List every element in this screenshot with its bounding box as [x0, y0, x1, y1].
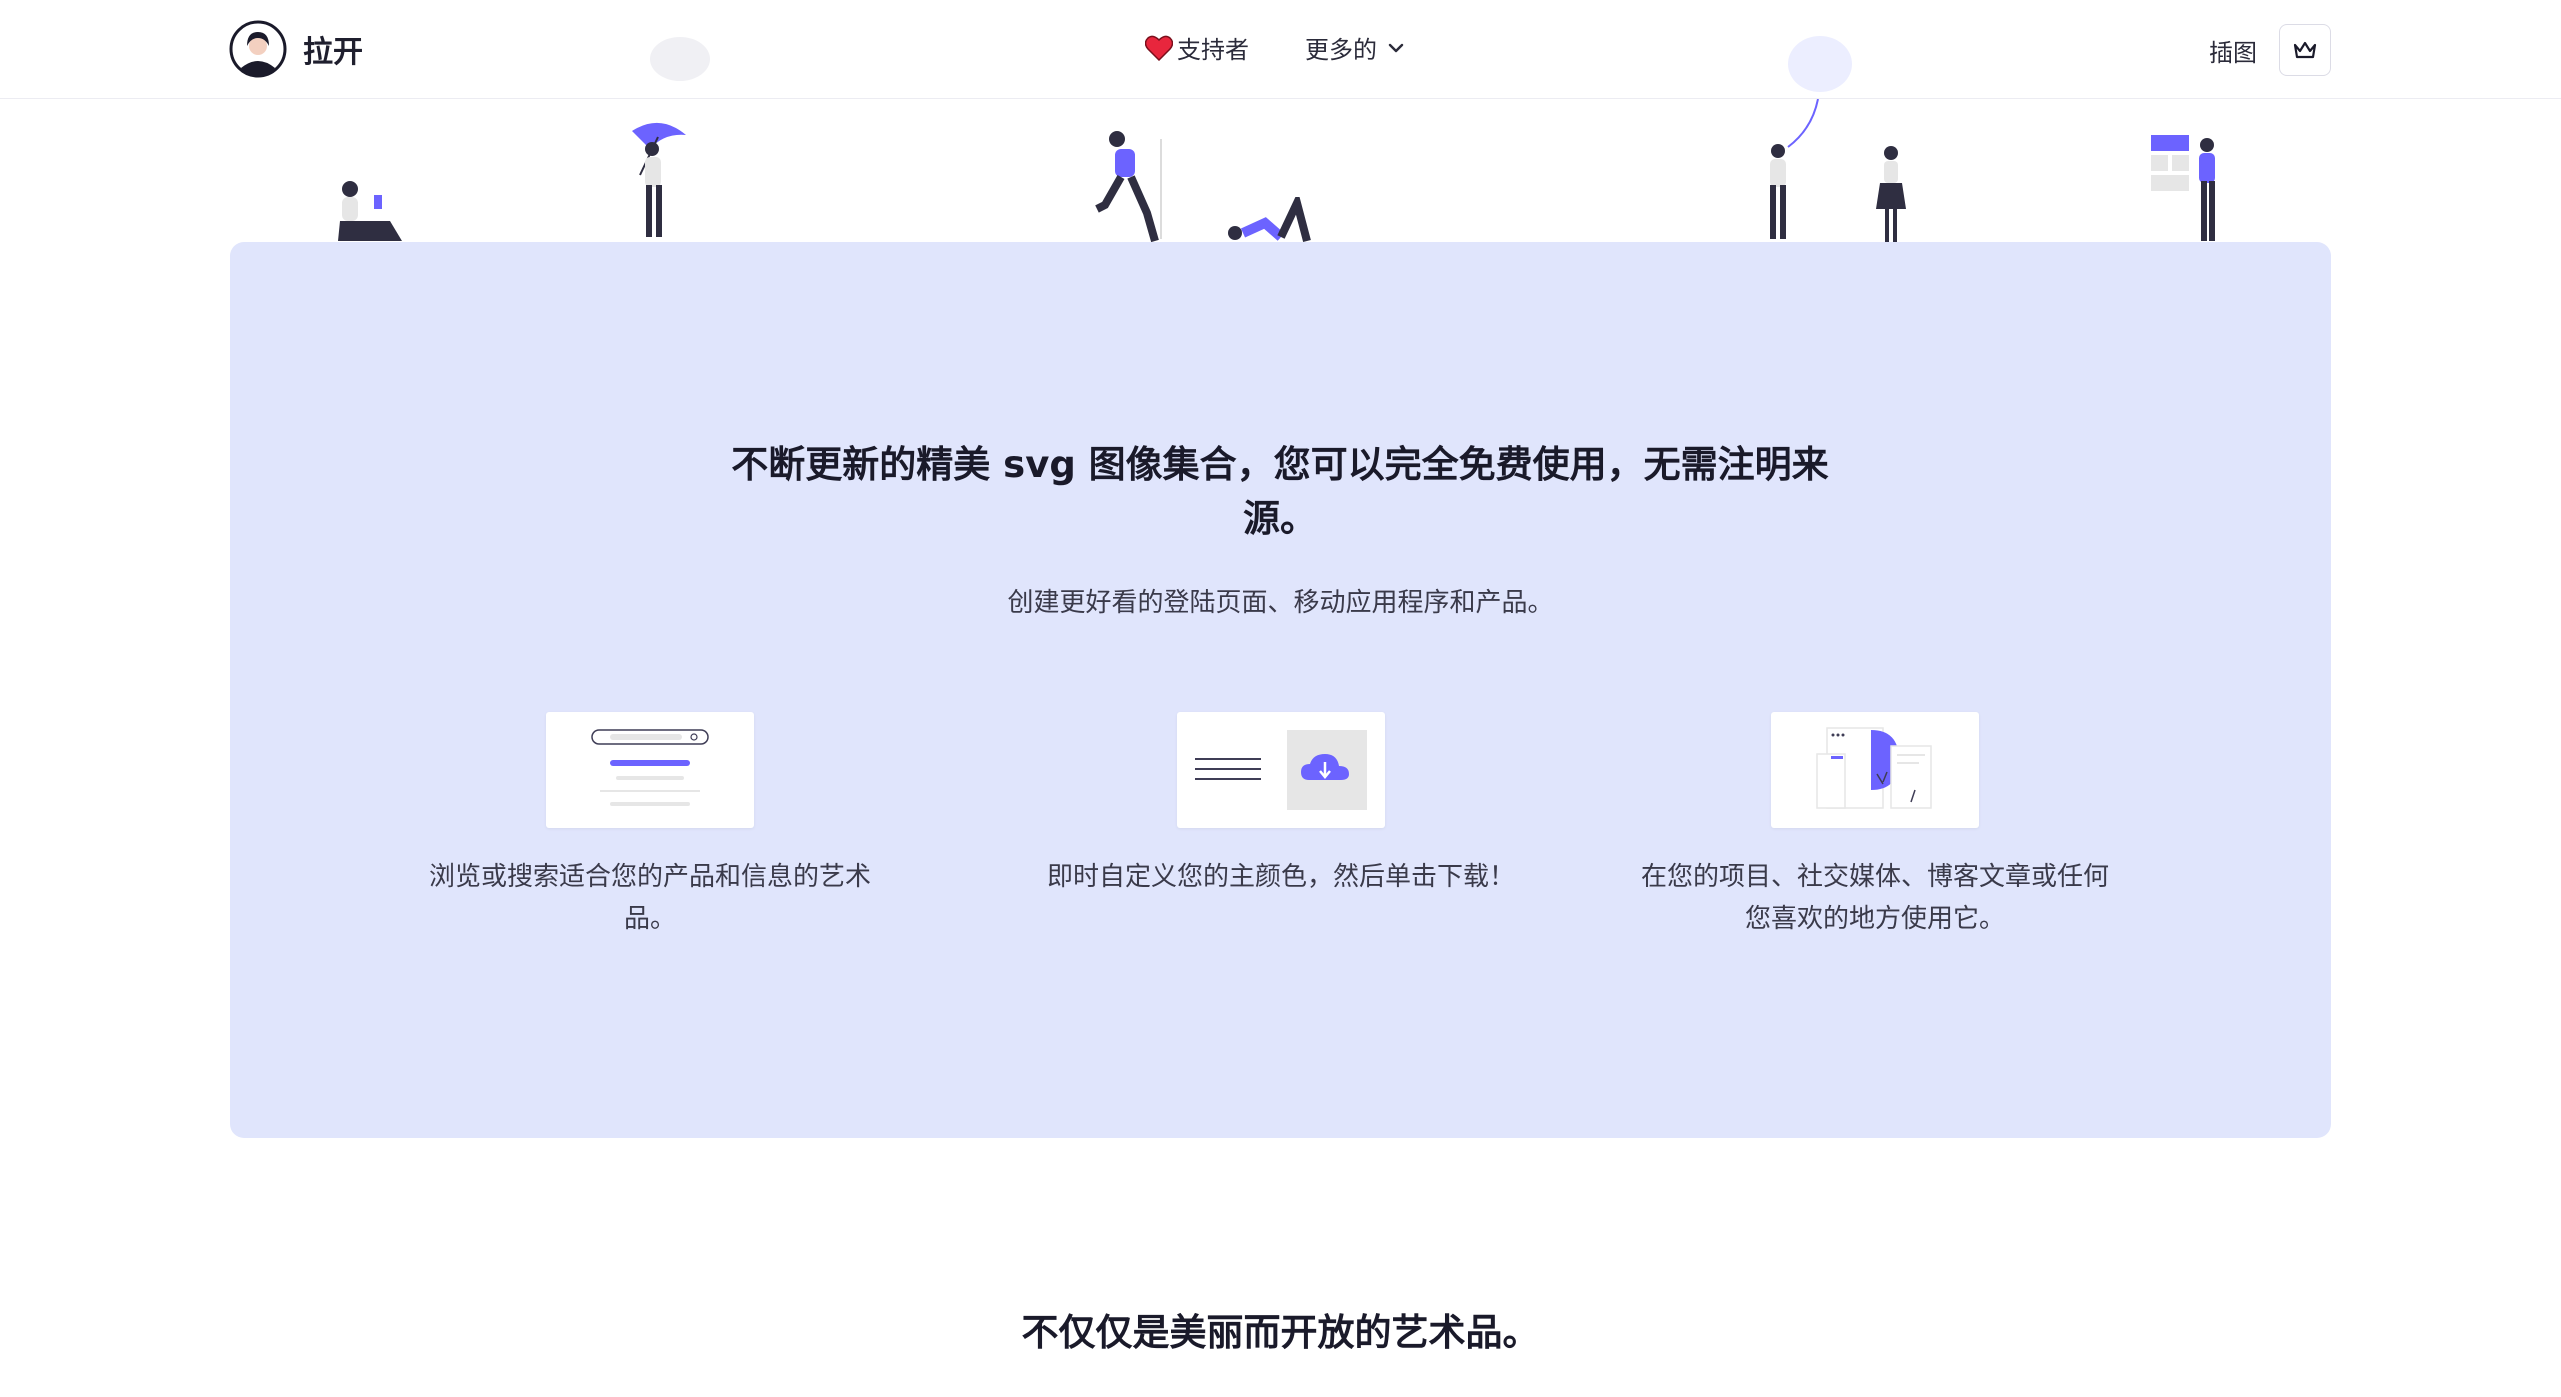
crown-icon — [2293, 41, 2317, 59]
avatar-logo-icon — [229, 20, 287, 78]
browse-illustration-card — [546, 712, 754, 828]
search-browser-icon — [591, 729, 709, 806]
illustrations-link[interactable]: 插图 — [2209, 33, 2257, 68]
feature-browse: 浏览或搜索适合您的产品和信息的艺术品。 — [390, 712, 910, 940]
person-board-illustration — [2151, 135, 2215, 241]
brand-name: 拉开 — [303, 35, 363, 70]
person-running-illustration — [1095, 131, 1162, 243]
hero-title: 不断更新的精美 svg 图像集合，您可以完全免费使用，无需注明来源。 — [731, 443, 1829, 540]
person-umbrella-illustration — [632, 122, 686, 237]
supporters-label: 支持者 — [1177, 36, 1249, 64]
decorative-figures-row — [0, 36, 2561, 244]
feature-customize: 即时自定义您的主颜色，然后单击下载！ — [1021, 712, 1541, 898]
heart-icon — [1145, 35, 1173, 61]
hero-subtitle: 创建更好看的登陆页面、移动应用程序和产品。 — [1007, 588, 1554, 618]
premium-button[interactable] — [2279, 24, 2331, 76]
main-nav: 支持者 更多的 — [1145, 30, 1405, 65]
faint-blob-decoration — [650, 37, 710, 81]
chevron-down-icon — [1388, 43, 1404, 52]
person-stretching-illustration — [1228, 197, 1311, 243]
header-actions: 插图 — [2209, 24, 2331, 76]
hero-panel: 不断更新的精美 svg 图像集合，您可以完全免费使用，无需注明来源。 创建更好看… — [230, 242, 2331, 1138]
person-standing-illustration — [1876, 146, 1906, 243]
cloud-download-icon — [1195, 730, 1367, 810]
person-balloon-illustration — [1770, 99, 1819, 239]
use-illustration-card — [1771, 712, 1979, 828]
more-label: 更多的 — [1305, 36, 1377, 64]
feature-customize-text: 即时自定义您的主颜色，然后单击下载！ — [1046, 862, 1515, 892]
faint-balloon-decoration — [1788, 36, 1852, 92]
top-navigation-bar: 拉开 支持者 更多的 插图 — [0, 0, 2561, 99]
brand-logo[interactable]: 拉开 — [229, 20, 363, 78]
collage-layout-icon — [1816, 727, 1932, 809]
feature-browse-text: 浏览或搜索适合您的产品和信息的艺术品。 — [428, 862, 871, 934]
supporters-link[interactable]: 支持者 — [1145, 30, 1249, 65]
person-reading-illustration — [338, 181, 402, 241]
feature-use: 在您的项目、社交媒体、博客文章或任何您喜欢的地方使用它。 — [1615, 712, 2135, 940]
customize-illustration-card — [1177, 712, 1385, 828]
feature-use-text: 在您的项目、社交媒体、博客文章或任何您喜欢的地方使用它。 — [1640, 862, 2109, 934]
more-dropdown[interactable]: 更多的 — [1305, 30, 1405, 65]
section-title: 不仅仅是美丽而开放的艺术品。 — [1021, 1311, 1540, 1354]
